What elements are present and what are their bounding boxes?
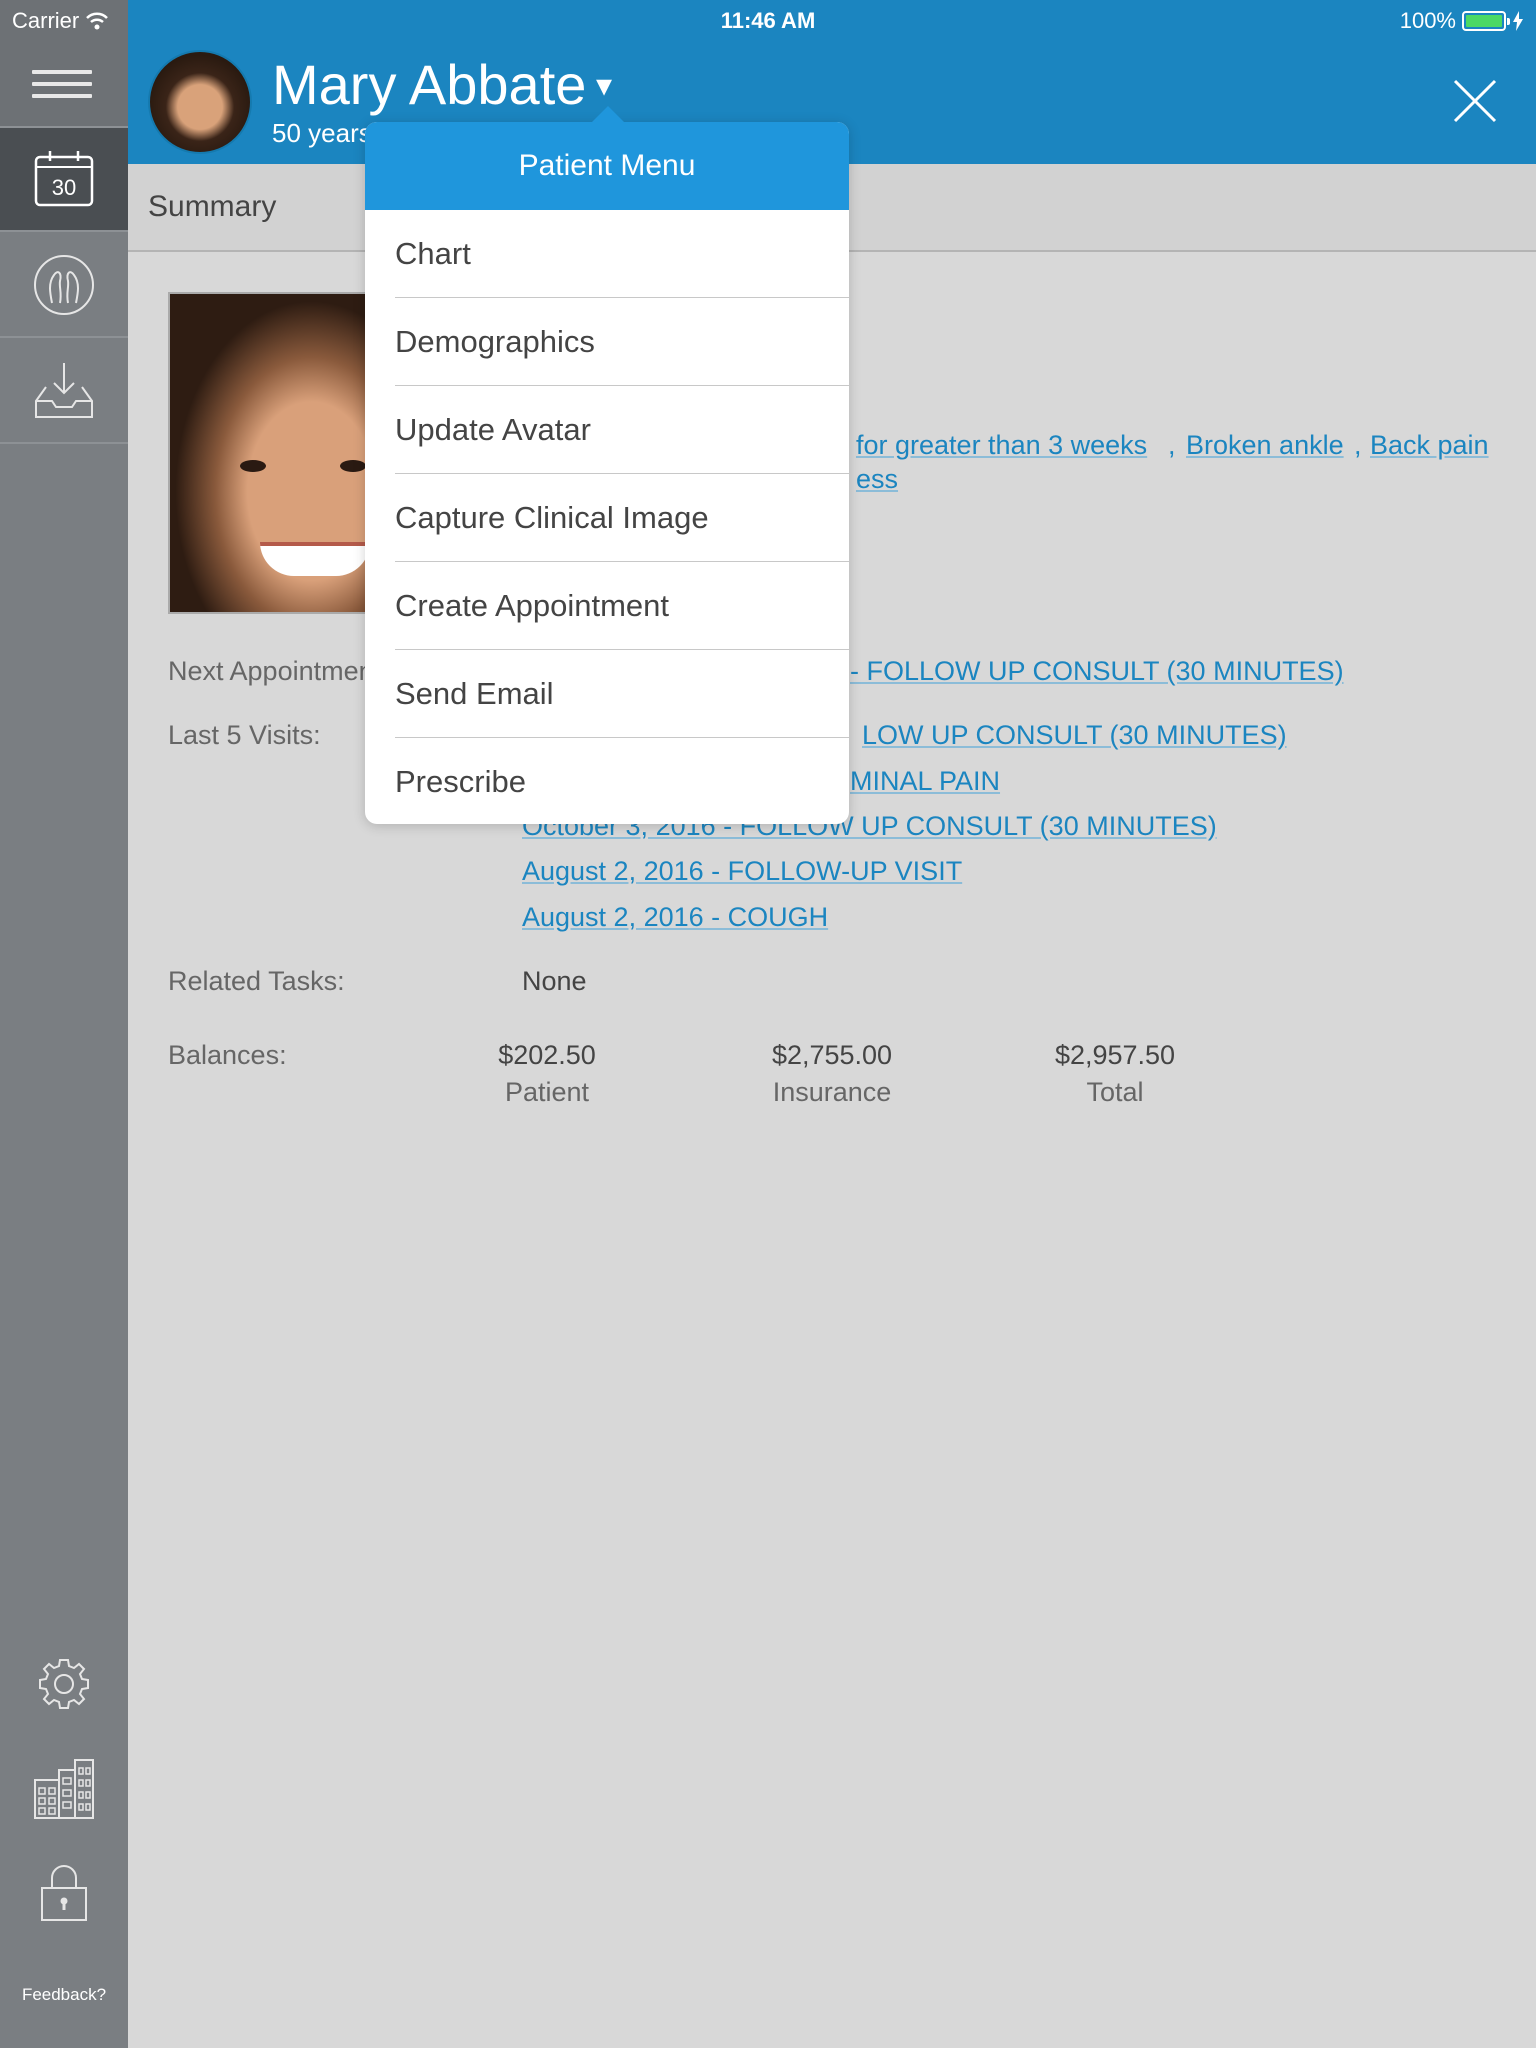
problem-link[interactable]: Back pain xyxy=(1370,430,1489,461)
sidebar: 30 Feedback? xyxy=(0,0,128,2048)
menu-item-send-email[interactable]: Send Email xyxy=(365,650,849,738)
sidebar-item-patients[interactable] xyxy=(0,234,128,338)
tab-summary[interactable]: Summary xyxy=(148,190,276,224)
close-icon[interactable] xyxy=(1452,78,1498,124)
patient-age: 50 years xyxy=(272,118,372,148)
balance-patient-amount: $202.50 xyxy=(498,1040,596,1070)
next-appointment-label: Next Appointment: xyxy=(168,656,389,686)
sidebar-item-calendar[interactable]: 30 xyxy=(0,128,128,232)
lock-icon xyxy=(41,1865,87,1921)
battery-icon xyxy=(1462,11,1510,31)
app-root: 30 Feedback? Mary Abbate ▾ 50 years Carr… xyxy=(0,0,1536,2048)
related-tasks-value: None xyxy=(522,966,587,996)
related-tasks-label: Related Tasks: xyxy=(168,966,345,996)
battery-indicator: 100% xyxy=(1400,8,1524,34)
menu-item-capture-clinical-image[interactable]: Capture Clinical Image xyxy=(365,474,849,562)
separator: , xyxy=(1354,430,1362,460)
status-time: 11:46 AM xyxy=(720,8,816,33)
next-appointment-link[interactable]: - FOLLOW UP CONSULT (30 MINUTES) xyxy=(850,656,1344,687)
feedback-link[interactable]: Feedback? xyxy=(0,1985,128,2005)
menu-item-create-appointment[interactable]: Create Appointment xyxy=(365,562,849,650)
visit-link[interactable]: August 2, 2016 - FOLLOW-UP VISIT xyxy=(522,856,962,887)
sidebar-item-settings[interactable] xyxy=(0,1656,128,1712)
patient-avatar[interactable] xyxy=(148,50,252,154)
calendar-day-label: 30 xyxy=(52,175,76,200)
separator: , xyxy=(1168,430,1176,460)
visit-link[interactable]: August 2, 2016 - COUGH xyxy=(522,902,828,933)
balances-label: Balances: xyxy=(168,1040,287,1070)
balance-total-label: Total xyxy=(1086,1077,1144,1107)
gear-icon xyxy=(39,1659,89,1709)
problem-link[interactable]: for greater than 3 weeks xyxy=(856,430,1147,461)
patient-menu-caret-icon[interactable]: ▾ xyxy=(596,66,612,104)
balance-patient-label: Patient xyxy=(504,1077,590,1107)
charging-icon xyxy=(1513,11,1523,31)
menu-item-prescribe[interactable]: Prescribe xyxy=(365,738,849,824)
balance-insurance-label: Insurance xyxy=(772,1077,892,1107)
status-bar: Carrier 11:46 AM 100% xyxy=(0,0,1536,40)
menu-item-demographics[interactable]: Demographics xyxy=(365,298,849,386)
visit-link[interactable]: LOW UP CONSULT (30 MINUTES) xyxy=(862,720,1287,751)
last-visits-label: Last 5 Visits: xyxy=(168,720,321,750)
menu-pointer xyxy=(590,106,626,124)
patient-menu-title: Patient Menu xyxy=(365,122,849,210)
inbox-download-icon xyxy=(35,363,93,418)
problem-link[interactable]: Broken ankle xyxy=(1186,430,1344,461)
hamburger-menu-icon[interactable] xyxy=(32,70,92,106)
sidebar-item-inbox[interactable] xyxy=(0,340,128,444)
balance-total-amount: $2,957.50 xyxy=(1054,1040,1176,1070)
battery-percent: 100% xyxy=(1399,8,1456,33)
visit-link[interactable]: MINAL PAIN xyxy=(850,766,1000,797)
buildings-icon xyxy=(34,1759,94,1819)
calendar-icon: 30 xyxy=(34,151,94,207)
patients-icon xyxy=(34,255,94,315)
problem-link[interactable]: ess xyxy=(856,464,898,495)
patient-menu-popover: Patient Menu Chart Demographics Update A… xyxy=(365,122,849,824)
balance-insurance-amount: $2,755.00 xyxy=(771,1040,893,1070)
menu-item-chart[interactable]: Chart xyxy=(365,210,849,298)
menu-item-update-avatar[interactable]: Update Avatar xyxy=(365,386,849,474)
sidebar-item-practice[interactable] xyxy=(0,1758,128,1820)
sidebar-item-lock[interactable] xyxy=(0,1862,128,1922)
patient-name[interactable]: Mary Abbate xyxy=(272,52,586,117)
